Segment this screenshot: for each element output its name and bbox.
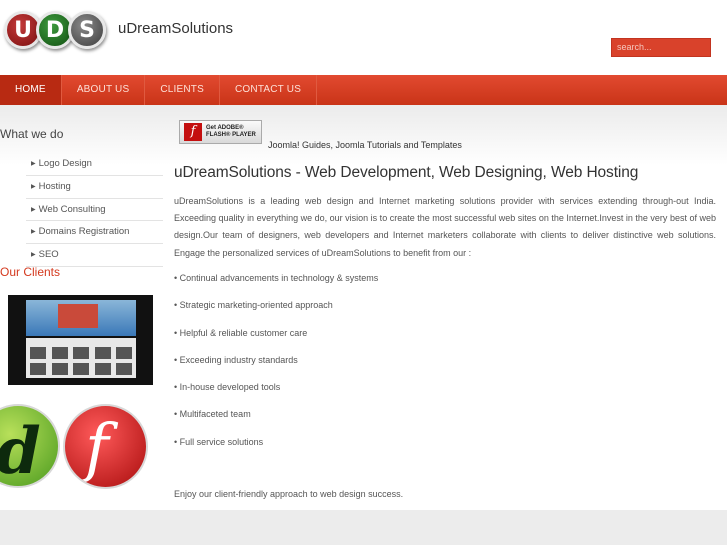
list-item: • Strategic marketing-oriented approach (174, 300, 333, 311)
search-input[interactable]: search... (611, 38, 711, 57)
list-item: • Helpful & reliable customer care (174, 327, 308, 338)
get-flash-player-badge[interactable]: f Get ADOBE® FLASH® PLAYER (179, 120, 262, 144)
client-screenshot-banner (58, 304, 98, 328)
menu-item-domains-registration[interactable]: ▶ Domains Registration (26, 221, 163, 244)
footer-band (0, 510, 727, 545)
menu-item-web-consulting[interactable]: ▶ Web Consulting (26, 199, 163, 222)
menu-item-label: Web Consulting (38, 203, 106, 215)
menu-item-label: Hosting (38, 180, 71, 192)
menu-item-logo-design[interactable]: ▶ Logo Design (26, 153, 163, 176)
menu-item-label: Domains Registration (38, 226, 130, 238)
nav-item-contact-us[interactable]: CONTACT US (220, 75, 318, 105)
page-title: uDreamSolutions - Web Development, Web D… (174, 164, 639, 181)
sidebar-title: What we do (0, 127, 64, 141)
client-screenshot-row (30, 363, 132, 377)
arrow-right-icon: ▶ (31, 161, 36, 167)
flash-badge-line1: Get ADOBE® (206, 125, 244, 131)
main-nav: HOME ABOUT US CLIENTS CONTACT US (0, 75, 727, 105)
intro-paragraph: uDreamSolutions is a leading web design … (174, 196, 716, 258)
site-logo[interactable]: U D S (4, 11, 108, 49)
clients-title: Our Clients (0, 265, 61, 279)
menu-item-label: Logo Design (38, 158, 92, 169)
arrow-right-icon: ▶ (31, 229, 36, 236)
nav-item-home[interactable]: HOME (0, 75, 62, 105)
services-menu: ▶ Logo Design ▶ Hosting ▶ Web Consulting ▶ D… (26, 153, 163, 267)
arrow-right-icon: ▶ (31, 206, 36, 213)
benefits-list: • Continual advancements in technology &… (174, 270, 378, 461)
list-item: • Exceeding industry standards (174, 354, 298, 365)
flash-badge-line2: FLASH® PLAYER (206, 132, 256, 138)
client-screenshot-image[interactable] (8, 295, 153, 385)
closing-text: Enjoy our client-friendly approach to we… (174, 489, 404, 499)
site-header: U D S uDreamSolutions search... (0, 0, 727, 75)
list-item: • Full service solutions (174, 436, 264, 447)
nav-item-about-us[interactable]: ABOUT US (62, 75, 146, 105)
list-item: • Multifaceted team (174, 409, 251, 420)
menu-item-label: SEO (38, 249, 59, 260)
flash-icon: f (184, 123, 202, 141)
arrow-right-icon: ▶ (31, 183, 36, 190)
logo-ball-s: S (68, 11, 106, 49)
flash-badge-text: Get ADOBE® FLASH® PLAYER (206, 125, 256, 139)
joomla-guides-link[interactable]: Joomla! Guides, Joomla Tutorials and Tem… (268, 140, 462, 150)
flash-logo-icon: f (63, 404, 148, 489)
nav-item-clients[interactable]: CLIENTS (145, 75, 220, 105)
site-name[interactable]: uDreamSolutions (118, 20, 233, 37)
client-screenshot-row (30, 347, 132, 361)
menu-item-hosting[interactable]: ▶ Hosting (26, 176, 163, 199)
list-item: • Continual advancements in technology &… (174, 273, 379, 283)
menu-item-seo[interactable]: ▶ SEO (26, 244, 163, 267)
arrow-right-icon: ▶ (31, 252, 36, 258)
list-item: • In-house developed tools (174, 382, 281, 393)
